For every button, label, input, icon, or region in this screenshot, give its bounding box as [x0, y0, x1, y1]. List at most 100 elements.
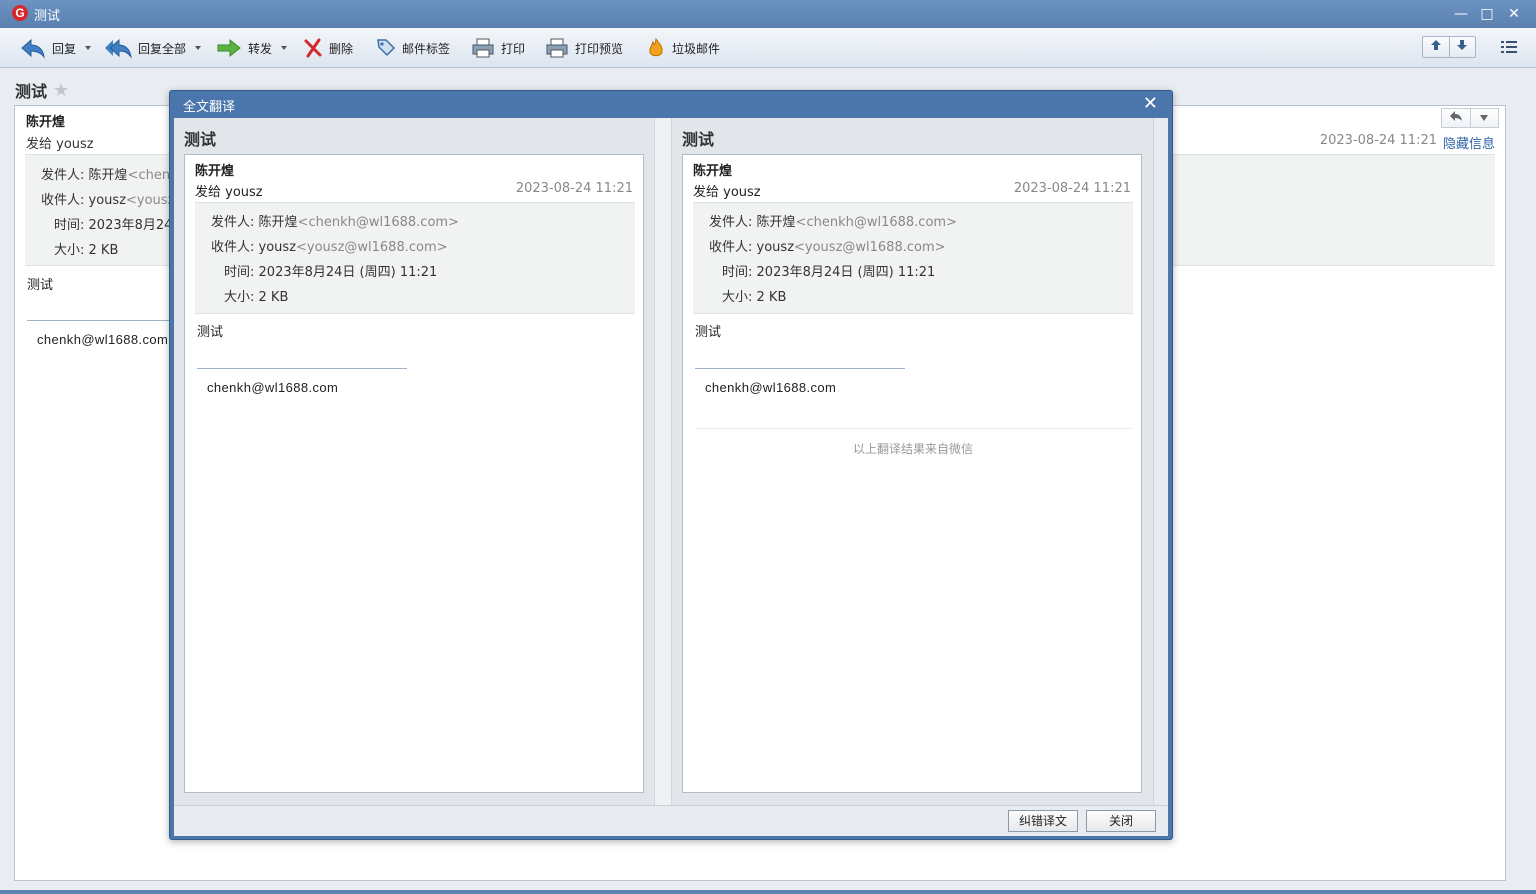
time-label: 时间: [722, 265, 753, 280]
window-titlebar: G 测试 — □ ✕ [0, 0, 1536, 28]
printer-icon [471, 37, 495, 59]
translation-column: 测试 陈开煌 发给 yousz 2023-08-24 11:21 发件人: 陈开… [672, 118, 1153, 805]
sender-label: 发件人: [41, 168, 85, 183]
reply-icon [1449, 110, 1463, 126]
original-header-details: 发件人: 陈开煌<chenkh@wl1688.com> 收件人: yousz<y… [195, 202, 635, 314]
arrow-up-icon [1430, 39, 1442, 55]
spam-button[interactable]: 垃圾邮件 [646, 36, 720, 60]
size-value: 2 KB [756, 290, 787, 305]
original-signature: chenkh@wl1688.com [207, 380, 339, 395]
quick-reply-button[interactable] [1442, 109, 1470, 127]
recipient-row: 收件人: yousz<yousz@wl1688.com> [709, 236, 946, 255]
quick-actions [1441, 108, 1499, 128]
signature-divider [197, 368, 407, 369]
recipient-label: 收件人: [709, 240, 753, 255]
app-logo-icon: G [12, 5, 28, 21]
dialog-title: 全文翻译 [183, 100, 236, 115]
translation-card: 陈开煌 发给 yousz 2023-08-24 11:21 发件人: 陈开煌<c… [682, 154, 1142, 793]
original-date: 2023-08-24 11:21 [515, 181, 633, 196]
print-preview-button[interactable]: 打印预览 [545, 36, 623, 60]
sender-label: 发件人: [211, 215, 255, 230]
size-label: 大小: [224, 290, 255, 305]
sender-name-detail: 陈开煌 [258, 215, 298, 230]
size-label: 大小: [54, 243, 85, 258]
forward-label: 转发 [248, 41, 273, 56]
dialog-body: 测试 陈开煌 发给 yousz 2023-08-24 11:21 发件人: 陈开… [174, 118, 1168, 805]
time-value: 2023年8月24 [88, 218, 173, 233]
dialog-close-icon[interactable]: ✕ [1143, 94, 1158, 114]
column-splitter[interactable] [654, 118, 672, 805]
reply-all-label: 回复全部 [138, 41, 187, 56]
reply-button[interactable]: 回复 [20, 36, 92, 60]
star-icon[interactable]: ★ [53, 80, 69, 101]
spam-fire-icon [646, 37, 666, 59]
recipient-name: yousz [88, 193, 127, 208]
sender-name-detail: 陈开煌 [756, 215, 796, 230]
recipient-email: <yousz@wl1688.com> [296, 240, 448, 255]
minimize-button[interactable]: — [1450, 4, 1472, 24]
quick-more-button[interactable] [1469, 109, 1499, 127]
size-row: 大小: 2 KB [54, 239, 118, 258]
spam-label: 垃圾邮件 [672, 41, 721, 56]
message-date: 2023-08-24 11:21 [1319, 133, 1437, 148]
translation-source-note: 以上翻译结果来自微信 [852, 442, 973, 456]
mail-tag-label: 邮件标签 [402, 41, 451, 56]
reply-all-icon [104, 37, 132, 59]
delete-label: 删除 [329, 41, 354, 56]
sender-row: 发件人: 陈开煌<chenkh@wl1688.com> [709, 211, 957, 230]
menu-list-icon[interactable] [1500, 39, 1518, 55]
forward-arrow-icon [216, 37, 242, 59]
sender-name-detail: 陈开煌 [88, 168, 128, 183]
correct-translation-button[interactable]: 纠错译文 [1008, 810, 1078, 832]
size-row: 大小: 2 KB [224, 286, 288, 305]
dialog-footer: 纠错译文 关闭 [174, 805, 1168, 836]
recipient-row: 收件人: yousz<yousz [41, 189, 174, 208]
recipient-email: <yousz [126, 193, 175, 208]
original-sender-name: 陈开煌 [195, 164, 235, 179]
recipient-row: 收件人: yousz<yousz@wl1688.com> [211, 236, 448, 255]
time-label: 时间: [54, 218, 85, 233]
maximize-button[interactable]: □ [1476, 4, 1498, 24]
recipient-email: <yousz@wl1688.com> [794, 240, 946, 255]
window-title: 测试 [34, 9, 61, 24]
signature-divider [695, 368, 905, 369]
time-row: 时间: 2023年8月24日 (周四) 11:21 [224, 261, 437, 280]
reply-all-button[interactable]: 回复全部 [104, 36, 202, 60]
time-value: 2023年8月24日 (周四) 11:21 [258, 265, 438, 280]
forward-button[interactable]: 转发 [216, 36, 288, 60]
translation-header-details: 发件人: 陈开煌<chenkh@wl1688.com> 收件人: yousz<y… [693, 202, 1133, 314]
note-divider [695, 428, 1131, 429]
delete-x-icon [303, 37, 323, 59]
print-preview-label: 打印预览 [575, 41, 624, 56]
close-dialog-button[interactable]: 关闭 [1086, 810, 1156, 832]
sender-label: 发件人: [709, 215, 753, 230]
reply-label: 回复 [52, 41, 77, 56]
recipient-name: yousz [258, 240, 297, 255]
sender-email: <chenkh@wl1688.com> [795, 215, 957, 230]
translation-date: 2023-08-24 11:21 [1013, 181, 1131, 196]
chevron-down-icon [195, 46, 202, 50]
arrow-down-icon [1456, 39, 1468, 55]
size-label: 大小: [722, 290, 753, 305]
message-nav [1422, 36, 1476, 58]
previous-message-button[interactable] [1423, 37, 1449, 57]
translation-to-line: 发给 yousz [693, 185, 761, 200]
message-body: 测试 [27, 278, 54, 293]
size-row: 大小: 2 KB [722, 286, 786, 305]
original-to-line: 发给 yousz [195, 185, 263, 200]
original-card: 陈开煌 发给 yousz 2023-08-24 11:21 发件人: 陈开煌<c… [184, 154, 644, 793]
translation-dialog: 全文翻译 ✕ 测试 陈开煌 发给 yousz 2023-08-24 11:21 … [169, 90, 1173, 840]
sender-email: <chenkh@wl1688.com> [297, 215, 459, 230]
window-close-button[interactable]: ✕ [1503, 4, 1525, 24]
sender-name: 陈开煌 [26, 115, 66, 130]
to-line: 发给 yousz [26, 137, 94, 152]
dialog-scrollbar[interactable] [1153, 118, 1168, 805]
delete-button[interactable]: 删除 [303, 36, 353, 60]
chevron-down-icon [281, 46, 288, 50]
next-message-button[interactable] [1448, 37, 1476, 57]
hide-info-link[interactable]: 隐藏信息 [1443, 133, 1495, 152]
mail-tag-button[interactable]: 邮件标签 [376, 36, 450, 60]
chevron-down-icon [1479, 111, 1489, 126]
signature: chenkh@wl1688.com [37, 332, 169, 347]
print-button[interactable]: 打印 [471, 36, 525, 60]
